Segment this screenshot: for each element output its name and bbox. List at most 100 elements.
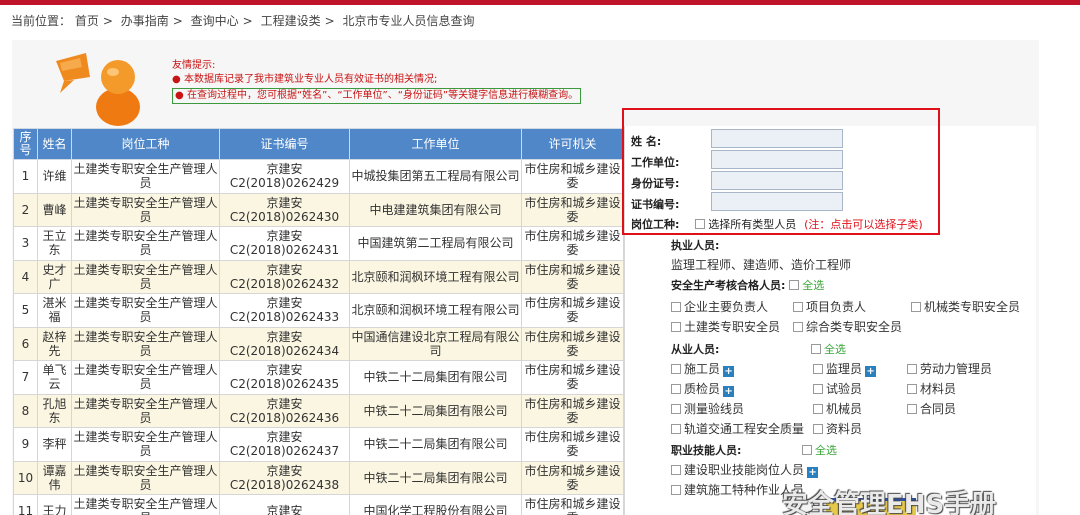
practitioner-item[interactable]: 合同员: [907, 400, 956, 417]
watermark-text: 安全管理EHS手册: [782, 490, 997, 515]
table-row: 6 赵梓先 土建类专职安全生产管理人员 京建安C2(2018)0262434 中国通信建…: [13, 326, 624, 361]
cell-cert-no: 京建安C2(2018)0262429: [219, 159, 350, 194]
cell-cert-no: 京建安C2(2018)0262437: [219, 427, 350, 462]
practitioner-item[interactable]: 监理员 +: [813, 360, 877, 377]
practitioner-item[interactable]: 施工员 +: [671, 360, 735, 377]
expand-plus-icon[interactable]: +: [807, 467, 819, 478]
cell-position: 土建类专职安全生产管理人员: [71, 494, 220, 515]
practitioner-item[interactable]: 机械员: [813, 400, 862, 417]
expand-plus-icon[interactable]: +: [723, 386, 735, 397]
cell-name: 曹峰: [37, 192, 72, 227]
cell-name: 王立东: [37, 226, 72, 261]
safety-item[interactable]: 土建类专职安全员: [671, 318, 780, 335]
cell-authority: 市住房和城乡建设委: [521, 226, 624, 261]
header-name: 姓名: [37, 128, 72, 160]
cell-employer: 中铁二十二局集团有限公司: [349, 393, 522, 428]
safety-item[interactable]: 企业主要负责人: [671, 298, 768, 315]
name-label: 姓 名:: [631, 135, 662, 148]
cell-cert-no: 京建安C2(2018)0262431: [219, 226, 350, 261]
cell-authority: 市住房和城乡建设委: [521, 494, 624, 515]
unit-input[interactable]: [711, 150, 843, 169]
cell-cert-no: 京建安C2(2018)0262435: [219, 360, 350, 395]
cell-seq: 11: [13, 494, 38, 515]
cell-position: 土建类专职安全生产管理人员: [71, 226, 220, 261]
table-row: 5 湛米福 土建类专职安全生产管理人员 京建安C2(2018)0262433 北京颐和润…: [13, 293, 624, 328]
cell-employer: 中国建筑第二工程局有限公司: [349, 226, 522, 261]
cell-employer: 中电建建筑集团有限公司: [349, 192, 522, 227]
cell-name: 湛米福: [37, 293, 72, 328]
practitioners-select-all[interactable]: 全选: [811, 341, 846, 357]
cell-authority: 市住房和城乡建设委: [521, 393, 624, 428]
header-position: 岗位工种: [71, 128, 220, 160]
expand-plus-icon[interactable]: +: [723, 366, 735, 377]
skills-title: 职业技能人员:: [671, 444, 742, 457]
cell-employer: 中铁二十二局集团有限公司: [349, 360, 522, 395]
licensed-title: 执业人员:: [671, 239, 720, 252]
cert-input[interactable]: [711, 192, 843, 211]
cell-cert-no: 京建安C2(2018)0262436: [219, 393, 350, 428]
cell-employer: 北京颐和润枫环境工程有限公司: [349, 293, 522, 328]
safety-title: 安全生产考核合格人员: 全选: [671, 279, 825, 292]
skills-select-all[interactable]: 全选: [802, 442, 837, 458]
table-row: 8 孔旭东 土建类专职安全生产管理人员 京建安C2(2018)0262436 中铁二十二…: [13, 393, 624, 428]
safety-item[interactable]: 综合类专职安全员: [793, 318, 902, 335]
cert-label: 证书编号:: [631, 198, 680, 211]
breadcrumb-query-center[interactable]: 查询中心: [191, 14, 239, 28]
table-row: 3 王立东 土建类专职安全生产管理人员 京建安C2(2018)0262431 中国建筑第…: [13, 226, 624, 261]
safety-select-all-checkbox[interactable]: [789, 280, 800, 290]
breadcrumb-home[interactable]: 首页: [75, 14, 99, 28]
breadcrumb-construction[interactable]: 工程建设类: [261, 14, 321, 28]
name-input[interactable]: [711, 129, 843, 148]
header-seq: 序号: [13, 128, 38, 160]
cell-seq: 4: [13, 259, 38, 294]
cell-employer: 中国化学工程股份有限公司: [349, 494, 522, 515]
cell-seq: 3: [13, 226, 38, 261]
cell-authority: 市住房和城乡建设委: [521, 427, 624, 462]
licensed-items[interactable]: 监理工程师、建造师、造价工程师: [671, 256, 851, 273]
practitioner-item[interactable]: 资料员: [813, 420, 862, 437]
safety-item[interactable]: 项目负责人: [793, 298, 866, 315]
practitioner-item[interactable]: 劳动力管理员: [907, 360, 992, 377]
select-all-types[interactable]: 选择所有类型人员: [695, 218, 796, 231]
cell-position: 土建类专职安全生产管理人员: [71, 326, 220, 361]
cell-cert-no: 京建安C2(2018)0262434: [219, 326, 350, 361]
skill-item[interactable]: 建设职业技能岗位人员 +: [671, 461, 819, 478]
unit-label: 工作单位:: [631, 156, 680, 169]
select-all-types-checkbox[interactable]: [695, 219, 706, 229]
cell-name: 史才广: [37, 259, 72, 294]
expand-plus-icon[interactable]: +: [865, 366, 877, 377]
practitioner-item[interactable]: 测量验线员: [671, 400, 744, 417]
practitioner-item[interactable]: 试验员: [813, 380, 862, 397]
cell-authority: 市住房和城乡建设委: [521, 192, 624, 227]
cell-position: 土建类专职安全生产管理人员: [71, 259, 220, 294]
breadcrumb-guide[interactable]: 办事指南: [121, 14, 169, 28]
cell-seq: 1: [13, 159, 38, 194]
cell-position: 土建类专职安全生产管理人员: [71, 427, 220, 462]
position-note: (注：点击可以选择子类): [804, 218, 923, 231]
cell-cert-no: 京建安C2(2018)0262432: [219, 259, 350, 294]
cell-name: 许维: [37, 159, 72, 194]
practitioner-item[interactable]: 材料员: [907, 380, 956, 397]
safety-item[interactable]: 机械类专职安全员: [911, 298, 1020, 315]
id-input[interactable]: [711, 171, 843, 190]
table-row: 4 史才广 土建类专职安全生产管理人员 京建安C2(2018)0262432 北京颐和润…: [13, 259, 624, 294]
cell-position: 土建类专职安全生产管理人员: [71, 460, 220, 495]
cell-cert-no: 京建安C2(2018)0262430: [219, 192, 350, 227]
cell-name: 单飞云: [37, 360, 72, 395]
cell-position: 土建类专职安全生产管理人员: [71, 393, 220, 428]
table-row: 10 谭嘉伟 土建类专职安全生产管理人员 京建安C2(2018)0262438 中铁二十…: [13, 460, 624, 495]
header-employer: 工作单位: [349, 128, 522, 160]
cell-name: 李秤: [37, 427, 72, 462]
practitioner-item[interactable]: 质检员 +: [671, 380, 735, 397]
cell-seq: 9: [13, 427, 38, 462]
position-label: 岗位工种:: [631, 218, 680, 231]
cell-seq: 5: [13, 293, 38, 328]
speaker-mascot-icon: [56, 53, 140, 126]
practitioner-item[interactable]: 轨道交通工程安全质量: [671, 420, 804, 437]
cell-employer: 中城投集团第五工程局有限公司: [349, 159, 522, 194]
cell-position: 土建类专职安全生产管理人员: [71, 293, 220, 328]
breadcrumb: 当前位置： 首页 > 办事指南 > 查询中心 > 工程建设类 > 北京市专业人员信息查询: [11, 14, 475, 28]
tip-line-2: ● 在查询过程中，您可根据“姓名”、“工作单位”、“身份证码”等关键字信息进行模糊…: [172, 88, 582, 104]
table-row: 11王力土建类专职安全生产管理人员京建安中国化学工程股份有限公司市住房和城乡建设…: [13, 494, 624, 515]
safety-select-all[interactable]: 全选: [802, 279, 824, 292]
